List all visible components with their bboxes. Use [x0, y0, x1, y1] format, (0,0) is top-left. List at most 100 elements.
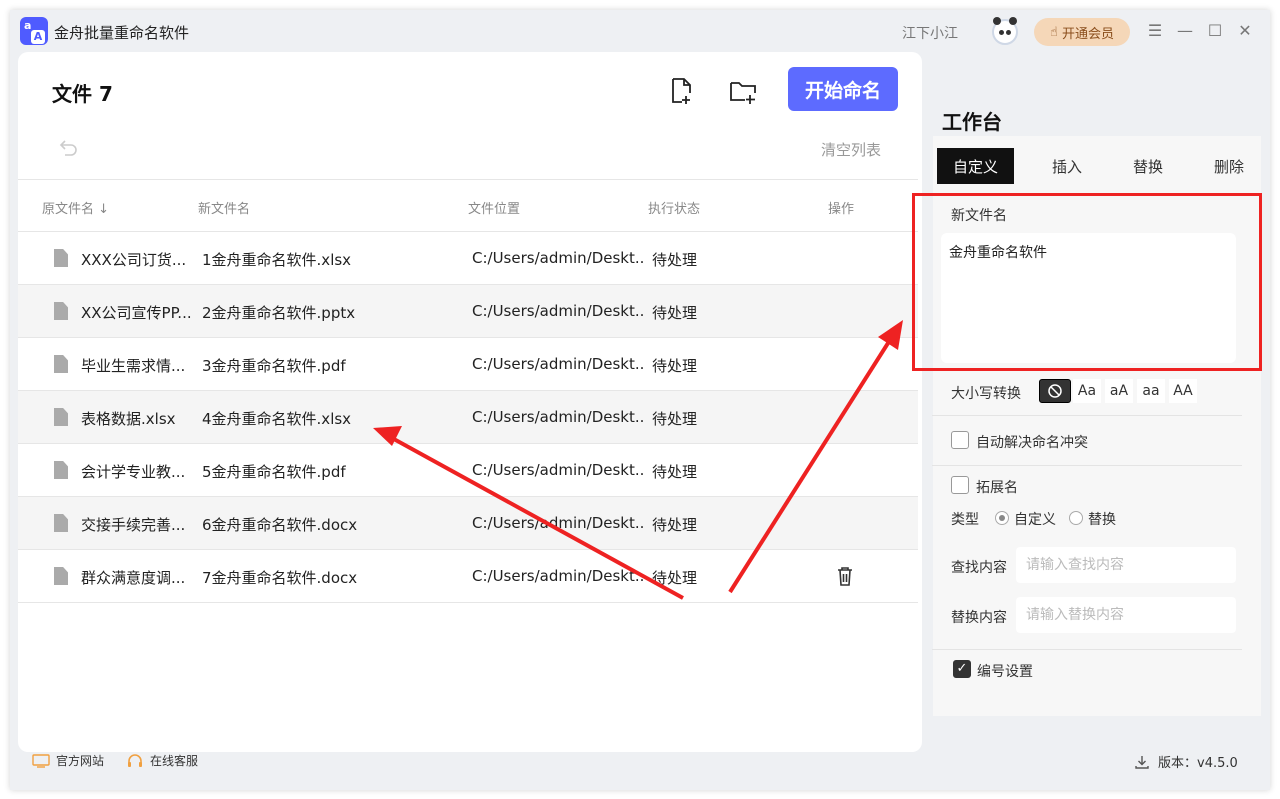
- case-conversion-label: 大小写转换: [951, 386, 1021, 402]
- original-name: XXX公司订货...: [81, 251, 187, 269]
- original-name: 交接手续完善...: [81, 516, 186, 534]
- add-file-icon[interactable]: [666, 76, 696, 106]
- original-name: 会计学专业教...: [81, 463, 186, 481]
- table-row[interactable]: 会计学专业教... 5金舟重命名软件.pdf C:/Users/admin/De…: [18, 444, 918, 497]
- find-label: 查找内容: [951, 560, 1007, 576]
- download-icon: [1135, 755, 1149, 769]
- table-header: 原文件名 ↓ 新文件名 文件位置 执行状态 操作: [18, 180, 918, 232]
- extension-label: 拓展名: [976, 480, 1018, 496]
- file-icon: [54, 355, 68, 373]
- tab-custom[interactable]: 自定义: [937, 148, 1014, 184]
- auto-resolve-label: 自动解决命名冲突: [976, 435, 1088, 451]
- status: 待处理: [652, 569, 698, 587]
- status: 待处理: [652, 304, 698, 322]
- status: 待处理: [652, 516, 698, 534]
- status: 待处理: [652, 410, 698, 428]
- undo-icon[interactable]: [56, 136, 80, 160]
- divider: [932, 465, 1242, 466]
- new-name: 1金舟重命名软件.xlsx: [202, 251, 352, 269]
- case-none-button[interactable]: [1039, 379, 1071, 403]
- replace-input[interactable]: [1016, 597, 1236, 633]
- replace-label: 替换内容: [951, 610, 1007, 626]
- numbering-label: 编号设置: [977, 664, 1033, 680]
- table-row[interactable]: 交接手续完善... 6金舟重命名软件.docx C:/Users/admin/D…: [18, 497, 918, 550]
- extension-checkbox[interactable]: [951, 476, 969, 494]
- new-name: 6金舟重命名软件.docx: [202, 516, 358, 534]
- file-icon: [54, 514, 68, 532]
- find-input[interactable]: [1016, 547, 1236, 583]
- version-label: 版本：v4.5.0: [1158, 756, 1238, 771]
- headset-icon: [128, 753, 142, 767]
- file-list-panel: 文件 7 开始命名 清空列表 原文件名 ↓ 新文件名 文件位置 执行状态 操作 …: [18, 52, 922, 752]
- title-bar: aA 金舟批量重命名软件 江下小江 ☝ 开通会员 ☰ — ☐ ✕: [10, 10, 1270, 54]
- column-header-original[interactable]: 原文件名 ↓: [42, 198, 109, 217]
- workbench-title: 工作台: [942, 110, 1002, 134]
- trash-icon[interactable]: [836, 565, 854, 587]
- file-icon: [54, 567, 68, 585]
- menu-icon[interactable]: ☰: [1144, 20, 1166, 42]
- file-icon: [54, 249, 68, 267]
- file-table-body: XXX公司订货... 1金舟重命名软件.xlsx C:/Users/admin/…: [18, 232, 918, 603]
- divider: [932, 415, 1242, 416]
- column-header-location: 文件位置: [468, 202, 521, 217]
- table-row[interactable]: 群众满意度调... 7金舟重命名软件.docx C:/Users/admin/D…: [18, 550, 918, 603]
- file-icon: [54, 408, 68, 426]
- column-header-actions: 操作: [828, 202, 855, 217]
- new-name: 4金舟重命名软件.xlsx: [202, 410, 352, 428]
- tab-replace[interactable]: 替换: [1111, 148, 1185, 184]
- divider: [932, 649, 1242, 650]
- numbering-checkbox[interactable]: ✓: [953, 660, 971, 678]
- file-location: C:/Users/admin/Deskt...: [472, 249, 644, 267]
- version-info[interactable]: 版本：v4.5.0: [1134, 752, 1238, 771]
- new-name: 2金舟重命名软件.pptx: [202, 304, 356, 322]
- original-name: 表格数据.xlsx: [81, 410, 176, 428]
- file-location: C:/Users/admin/Deskt...: [472, 302, 644, 320]
- support-link[interactable]: 在线客服: [126, 752, 198, 769]
- file-location: C:/Users/admin/Deskt...: [472, 461, 644, 479]
- add-folder-icon[interactable]: [728, 76, 758, 106]
- start-rename-button[interactable]: 开始命名: [788, 67, 898, 111]
- case-title-button[interactable]: Aa: [1073, 379, 1101, 403]
- type-replace-radio[interactable]: [1069, 511, 1083, 525]
- original-name: 群众满意度调...: [81, 569, 186, 587]
- monitor-icon: [32, 753, 50, 768]
- website-label: 官方网站: [56, 754, 105, 768]
- user-name[interactable]: 江下小江: [902, 23, 958, 43]
- app-title: 金舟批量重命名软件: [54, 24, 190, 42]
- status: 待处理: [652, 463, 698, 481]
- tab-insert[interactable]: 插入: [1030, 148, 1104, 184]
- file-location: C:/Users/admin/Deskt...: [472, 567, 644, 585]
- annotation-highlight-box: [912, 193, 1262, 371]
- close-icon[interactable]: ✕: [1234, 20, 1256, 42]
- table-row[interactable]: 毕业生需求情... 3金舟重命名软件.pdf C:/Users/admin/De…: [18, 338, 918, 391]
- clear-list-button[interactable]: 清空列表: [821, 139, 881, 160]
- website-link[interactable]: 官方网站: [32, 752, 104, 769]
- tab-delete[interactable]: 删除: [1192, 148, 1266, 184]
- file-location: C:/Users/admin/Deskt...: [472, 408, 644, 426]
- original-name: 毕业生需求情...: [81, 357, 186, 375]
- workbench-tabs: 自定义 插入 替换 删除: [933, 136, 1261, 188]
- case-lower-button[interactable]: aa: [1137, 379, 1165, 403]
- new-name: 7金舟重命名软件.docx: [202, 569, 358, 587]
- new-name: 3金舟重命名软件.pdf: [202, 357, 346, 375]
- minimize-icon[interactable]: —: [1174, 20, 1196, 42]
- type-custom-radio[interactable]: [995, 511, 1009, 525]
- column-header-status: 执行状态: [648, 202, 701, 217]
- original-name: XX公司宣传PP...: [81, 304, 192, 322]
- maximize-icon[interactable]: ☐: [1204, 20, 1226, 42]
- status: 待处理: [652, 251, 698, 269]
- table-row[interactable]: XX公司宣传PP... 2金舟重命名软件.pptx C:/Users/admin…: [18, 285, 918, 338]
- file-icon: [54, 461, 68, 479]
- case-toggle-button[interactable]: aA: [1105, 379, 1133, 403]
- avatar[interactable]: [992, 17, 1018, 45]
- file-icon: [54, 302, 68, 320]
- auto-resolve-checkbox[interactable]: [951, 431, 969, 449]
- type-replace-label: 替换: [1088, 512, 1116, 528]
- new-name: 5金舟重命名软件.pdf: [202, 463, 346, 481]
- vip-label: 开通会员: [1061, 26, 1114, 42]
- case-upper-button[interactable]: AA: [1169, 379, 1197, 403]
- file-count-title: 文件 7: [52, 82, 113, 106]
- vip-button[interactable]: ☝ 开通会员: [1034, 18, 1130, 46]
- table-row[interactable]: 表格数据.xlsx 4金舟重命名软件.xlsx C:/Users/admin/D…: [18, 391, 918, 444]
- table-row[interactable]: XXX公司订货... 1金舟重命名软件.xlsx C:/Users/admin/…: [18, 232, 918, 285]
